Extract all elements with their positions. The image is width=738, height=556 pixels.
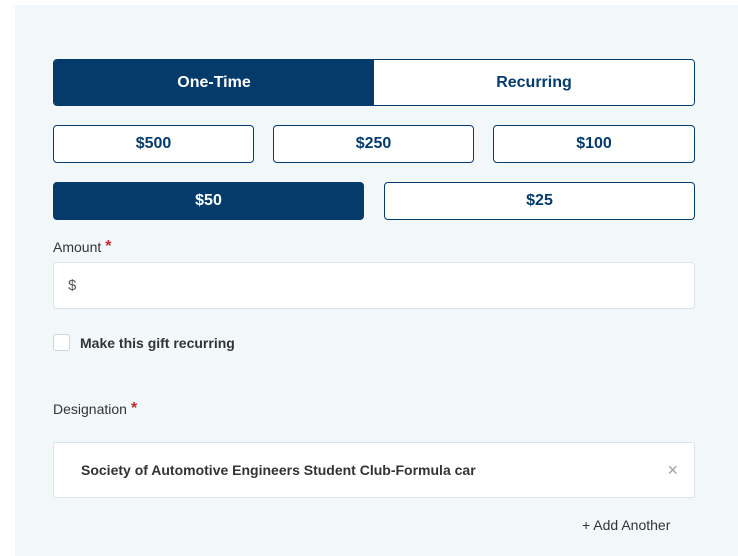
required-asterisk: *	[105, 238, 112, 255]
designation-select[interactable]: Society of Automotive Engineers Student …	[53, 442, 695, 498]
amount-label: Amount *	[53, 238, 111, 256]
required-asterisk: *	[130, 400, 138, 417]
amount-label-text: Amount	[53, 239, 102, 255]
amount-100-button[interactable]: $100	[493, 125, 695, 163]
designation-label: Designation *	[53, 400, 137, 418]
amount-input[interactable]	[80, 276, 694, 295]
dollar-prefix: $	[68, 277, 77, 294]
amount-25-button[interactable]: $25	[384, 182, 695, 220]
one-time-tab[interactable]: One-Time	[54, 60, 374, 105]
amount-500-button[interactable]: $500	[53, 125, 254, 163]
close-icon[interactable]: ×	[667, 460, 678, 480]
recurring-tab[interactable]: Recurring	[374, 60, 694, 105]
amount-field[interactable]: $	[53, 262, 695, 309]
designation-label-text: Designation	[53, 401, 127, 417]
frequency-toggle: One-Time Recurring	[53, 59, 695, 106]
add-another-link[interactable]: + Add Another	[582, 517, 670, 533]
recurring-checkbox[interactable]	[53, 334, 70, 351]
amount-50-button[interactable]: $50	[53, 182, 364, 220]
recurring-checkbox-label: Make this gift recurring	[80, 334, 235, 351]
amount-250-button[interactable]: $250	[273, 125, 474, 163]
designation-value: Society of Automotive Engineers Student …	[81, 462, 476, 478]
recurring-checkbox-row[interactable]: Make this gift recurring	[53, 334, 235, 351]
